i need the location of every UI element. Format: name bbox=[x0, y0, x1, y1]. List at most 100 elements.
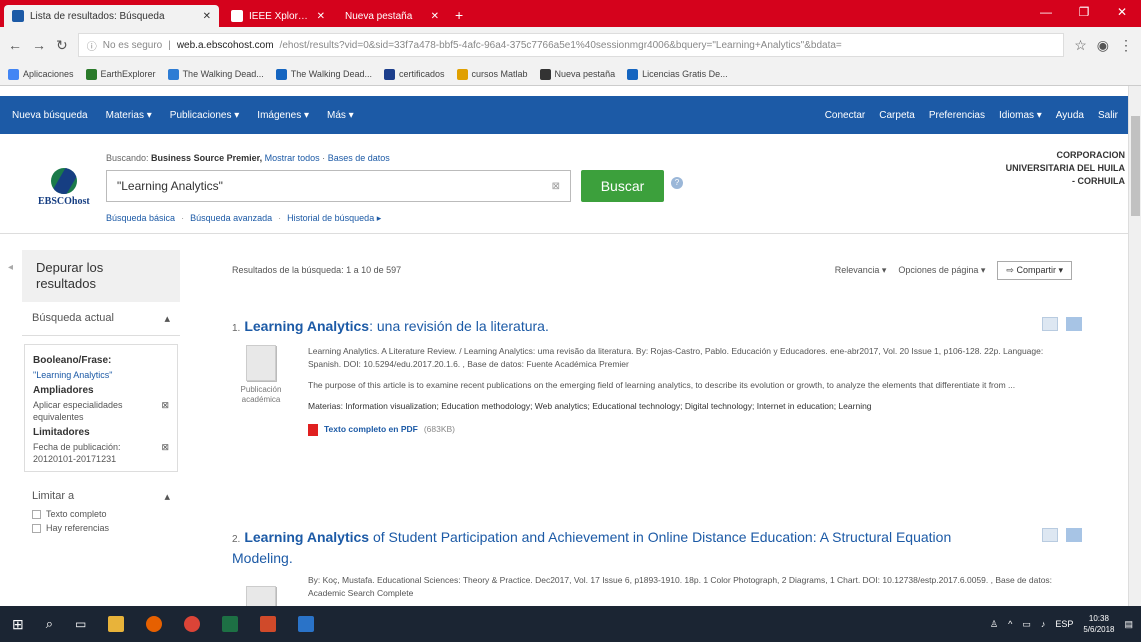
nav-item[interactable]: Más ▾ bbox=[327, 110, 354, 121]
minimize-icon[interactable]: — bbox=[1027, 0, 1065, 27]
bookmark-item[interactable]: Aplicaciones bbox=[8, 68, 74, 80]
url-host: web.a.ebscohost.com bbox=[176, 39, 274, 51]
preview-icon[interactable] bbox=[1042, 528, 1058, 542]
remove-expander-icon[interactable]: ⊠ bbox=[161, 399, 169, 423]
result-title[interactable]: 2. Learning Analytics of Student Particip… bbox=[232, 528, 992, 567]
bookmark-item[interactable]: cursos Matlab bbox=[456, 68, 528, 80]
excel-icon[interactable] bbox=[222, 616, 239, 632]
nav-item[interactable]: Idiomas ▾ bbox=[999, 110, 1042, 121]
nav-item[interactable]: Ayuda bbox=[1056, 110, 1084, 121]
tab-ieee[interactable]: IEEE Xplore Search Results ✕ bbox=[223, 5, 333, 27]
collapse-icon[interactable]: ▴ bbox=[164, 490, 170, 503]
close-window-icon[interactable]: ✕ bbox=[1103, 0, 1141, 27]
reload-icon[interactable]: ↻ bbox=[56, 37, 68, 54]
share-button[interactable]: ⇨ Compartir ▾ bbox=[997, 260, 1072, 280]
app-icon[interactable] bbox=[298, 616, 315, 632]
ebsco-nav-bar: Nueva búsqueda Materias ▾ Publicaciones ▾ I… bbox=[0, 96, 1128, 134]
nav-item[interactable]: Nueva búsqueda bbox=[12, 110, 88, 121]
url-path: /ehost/results?vid=0&sid=33f7a478-bbf5-4… bbox=[279, 39, 842, 51]
collapse-sidebar-icon[interactable]: ◂ bbox=[8, 262, 13, 273]
scroll-thumb[interactable] bbox=[1131, 116, 1140, 216]
bookmark-icon bbox=[627, 68, 639, 80]
clock[interactable]: 10:38 5/6/2018 bbox=[1083, 613, 1114, 635]
bookmark-item[interactable]: EarthExplorer bbox=[85, 68, 156, 80]
result-title[interactable]: 1. Learning Analytics: una revisión de la… bbox=[232, 317, 1082, 338]
tab-ebsco-results[interactable]: Lista de resultados: Búsqueda ✕ bbox=[4, 5, 219, 27]
tray-chevron-icon[interactable]: ^ bbox=[1008, 619, 1012, 629]
references-checkbox[interactable]: Hay referencias bbox=[22, 521, 180, 535]
pdf-full-text-link[interactable]: Texto completo en PDF (683KB) bbox=[308, 423, 1078, 436]
add-to-folder-icon[interactable] bbox=[1066, 317, 1082, 331]
people-icon[interactable]: ♙ bbox=[990, 619, 998, 630]
star-icon[interactable]: ☆ bbox=[1074, 37, 1087, 54]
advanced-search-link[interactable]: Búsqueda avanzada bbox=[190, 213, 272, 224]
title-bold: Learning Analytics bbox=[244, 529, 370, 545]
nav-item[interactable]: Conectar bbox=[825, 110, 866, 121]
page-scrollbar[interactable] bbox=[1128, 86, 1141, 606]
bookmark-item[interactable]: The Walking Dead... bbox=[167, 68, 264, 80]
show-all-link[interactable]: Mostrar todos bbox=[265, 153, 320, 163]
limiter-value: Fecha de publicación: 20120101-20171231 bbox=[33, 442, 121, 464]
windows-start-icon[interactable]: ⊞ bbox=[12, 616, 24, 633]
network-icon[interactable]: ▭ bbox=[1022, 619, 1031, 630]
back-icon[interactable]: ← bbox=[8, 37, 22, 53]
ebsco-logo[interactable]: EBSCOhost bbox=[38, 168, 90, 207]
bookmark-icon bbox=[167, 68, 179, 80]
bookmark-item[interactable]: Licencias Gratis De... bbox=[627, 68, 728, 80]
expander-item: Aplicar especialidades equivalentes ⊠ bbox=[33, 399, 169, 423]
task-view-icon[interactable]: ▭ bbox=[75, 617, 86, 631]
current-search-toggle[interactable]: Búsqueda actual ▴ bbox=[22, 302, 180, 336]
tab-new[interactable]: Nueva pestaña ✕ bbox=[337, 5, 447, 27]
nav-item[interactable]: Salir bbox=[1098, 110, 1118, 121]
bookmark-item[interactable]: Nueva pestaña bbox=[539, 68, 615, 80]
paint-icon[interactable] bbox=[260, 616, 277, 632]
help-icon[interactable]: ? bbox=[671, 177, 683, 189]
bookmark-icon bbox=[383, 68, 395, 80]
file-explorer-icon[interactable] bbox=[108, 616, 125, 632]
bookmark-item[interactable]: The Walking Dead... bbox=[275, 68, 372, 80]
bookmark-item[interactable]: certificados bbox=[383, 68, 445, 80]
notifications-icon[interactable]: ▤ bbox=[1124, 619, 1133, 630]
pdf-label: Texto completo en PDF bbox=[324, 424, 418, 434]
preview-icon[interactable] bbox=[1042, 317, 1058, 331]
chrome-icon[interactable] bbox=[184, 616, 201, 632]
forward-icon[interactable]: → bbox=[32, 37, 46, 53]
limit-to-toggle[interactable]: Limitar a ▴ bbox=[22, 480, 180, 507]
nav-item[interactable]: Preferencias bbox=[929, 110, 985, 121]
close-tab-icon[interactable]: ✕ bbox=[431, 11, 439, 22]
sort-dropdown[interactable]: Relevancia ▾ bbox=[835, 265, 887, 276]
menu-icon[interactable]: ⋮ bbox=[1119, 37, 1133, 54]
result-subjects: Materias: Information visualization; Edu… bbox=[308, 401, 872, 411]
nav-item[interactable]: Publicaciones ▾ bbox=[170, 110, 240, 121]
close-tab-icon[interactable]: ✕ bbox=[317, 11, 325, 22]
full-text-checkbox[interactable]: Texto completo bbox=[22, 507, 180, 521]
checkbox-icon[interactable] bbox=[32, 523, 41, 533]
page-options-dropdown[interactable]: Opciones de página ▾ bbox=[898, 265, 985, 276]
extension-icon[interactable]: ◉ bbox=[1097, 37, 1109, 54]
close-tab-icon[interactable]: ✕ bbox=[203, 11, 211, 22]
collapse-icon[interactable]: ▴ bbox=[164, 312, 170, 325]
language-indicator[interactable]: ESP bbox=[1055, 619, 1073, 629]
nav-item[interactable]: Imágenes ▾ bbox=[257, 110, 309, 121]
checkbox-icon[interactable] bbox=[32, 509, 41, 519]
search-button[interactable]: Buscar bbox=[581, 170, 664, 202]
add-to-folder-icon[interactable] bbox=[1066, 528, 1082, 542]
url-input[interactable]: ⓘ No es seguro | web.a.ebscohost.com /eh… bbox=[77, 33, 1065, 57]
firefox-icon[interactable] bbox=[146, 616, 163, 632]
boolean-value[interactable]: "Learning Analytics" bbox=[33, 369, 169, 381]
result-number: 2. bbox=[232, 534, 241, 545]
maximize-icon[interactable]: ❐ bbox=[1065, 0, 1103, 27]
choose-databases-link[interactable]: Bases de datos bbox=[328, 153, 390, 163]
clear-search-icon[interactable]: ⊠ bbox=[552, 181, 560, 192]
info-icon[interactable]: ⓘ bbox=[87, 38, 97, 53]
nav-item[interactable]: Materias ▾ bbox=[106, 110, 152, 121]
search-history-link[interactable]: Historial de búsqueda ▸ bbox=[287, 213, 381, 224]
search-input[interactable]: "Learning Analytics" ⊠ bbox=[106, 170, 571, 202]
remove-limiter-icon[interactable]: ⊠ bbox=[161, 441, 169, 465]
results-header: Resultados de la búsqueda: 1 a 10 de 597… bbox=[232, 255, 1072, 285]
volume-icon[interactable]: ♪ bbox=[1041, 619, 1046, 629]
basic-search-link[interactable]: Búsqueda básica bbox=[106, 213, 175, 224]
nav-item[interactable]: Carpeta bbox=[879, 110, 915, 121]
search-icon[interactable]: ⌕ bbox=[46, 616, 53, 632]
new-tab-button[interactable]: + bbox=[455, 7, 463, 23]
